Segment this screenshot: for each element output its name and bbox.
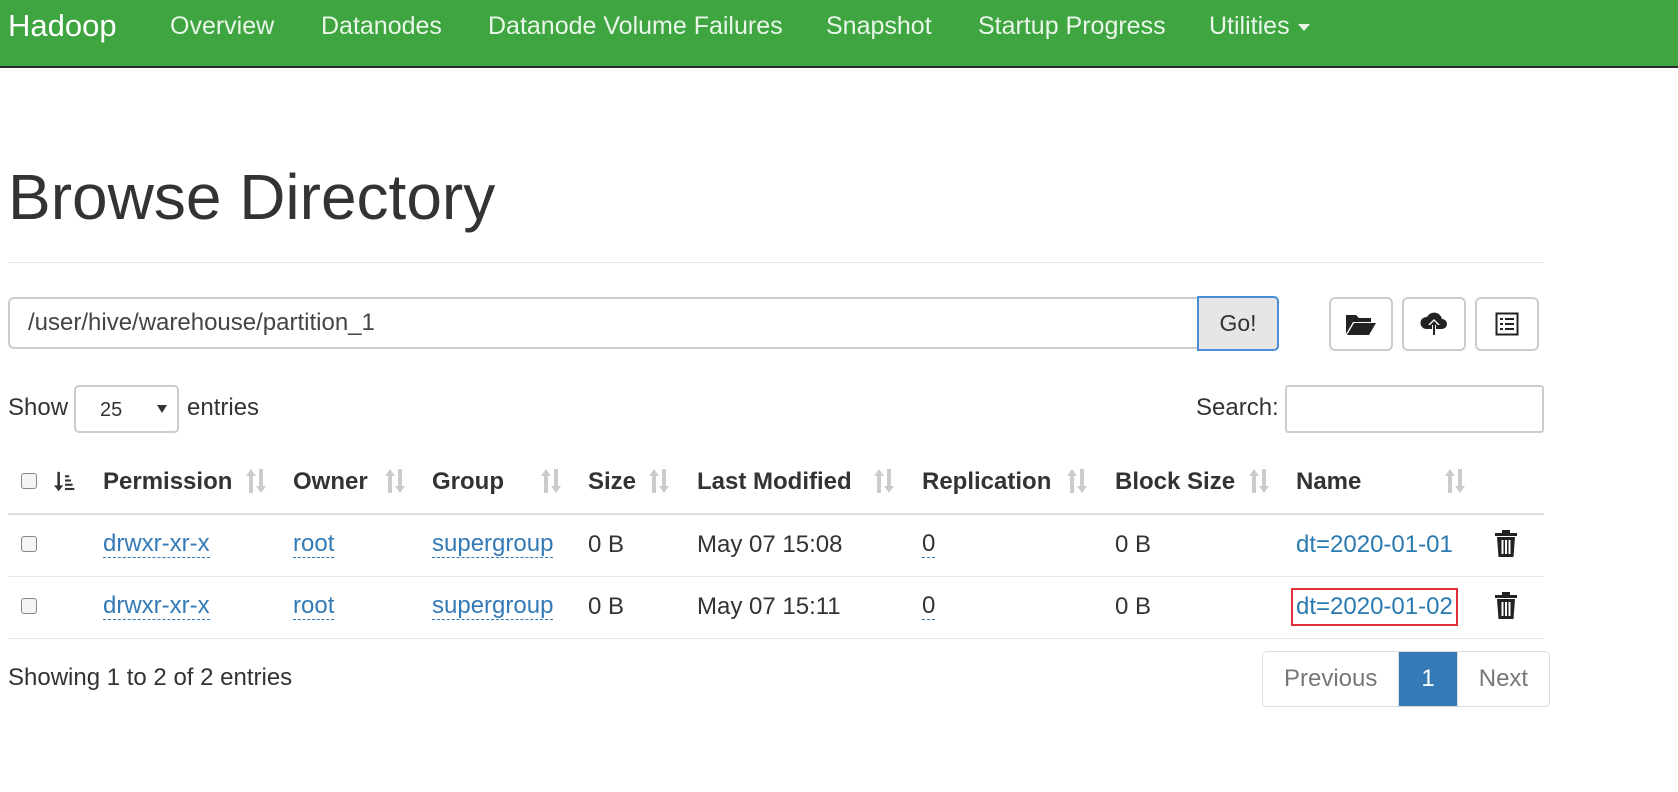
trash-icon[interactable] xyxy=(1494,530,1518,558)
row-checkbox[interactable] xyxy=(21,598,37,614)
row-divider xyxy=(8,638,1544,639)
pagination: Previous 1 Next xyxy=(1262,651,1551,707)
table-info: Showing 1 to 2 of 2 entries xyxy=(8,664,293,691)
sort-both-icon[interactable] xyxy=(1444,467,1466,495)
nav-datanodes[interactable]: Datanodes xyxy=(321,12,442,41)
go-button[interactable]: Go! xyxy=(1197,296,1279,351)
create-directory-button[interactable] xyxy=(1329,297,1393,351)
sort-both-icon[interactable] xyxy=(540,467,562,495)
last-modified-cell: May 07 15:11 xyxy=(697,593,841,620)
upload-button[interactable] xyxy=(1402,297,1466,351)
divider xyxy=(8,262,1544,263)
block-size-cell: 0 B xyxy=(1115,593,1152,620)
owner-cell[interactable]: root xyxy=(293,593,335,620)
col-replication[interactable]: Replication xyxy=(922,468,1051,496)
size-cell: 0 B xyxy=(588,593,625,620)
col-permission[interactable]: Permission xyxy=(103,468,232,496)
dropdown-arrow-icon xyxy=(157,405,167,413)
caret-down-icon xyxy=(1297,23,1310,31)
replication-cell[interactable]: 0 xyxy=(922,531,936,558)
directory-path-input[interactable]: /user/hive/warehouse/partition_1 xyxy=(8,297,1198,349)
name-link[interactable]: dt=2020-01-01 xyxy=(1296,531,1453,559)
folder-open-icon xyxy=(1346,315,1376,335)
brand-logo[interactable]: Hadoop xyxy=(8,8,117,44)
permission-cell[interactable]: drwxr-xr-x xyxy=(103,593,210,620)
block-size-cell: 0 B xyxy=(1115,531,1152,558)
name-link[interactable]: dt=2020-01-02 xyxy=(1291,588,1458,626)
col-owner[interactable]: Owner xyxy=(293,468,368,496)
header-divider xyxy=(8,513,1544,515)
sort-asc-icon[interactable] xyxy=(54,468,76,496)
nav-overview[interactable]: Overview xyxy=(170,12,274,41)
group-cell[interactable]: supergroup xyxy=(432,531,554,558)
row-divider xyxy=(8,576,1544,577)
sort-both-icon[interactable] xyxy=(648,467,670,495)
list-icon xyxy=(1495,312,1519,336)
entries-per-page-select[interactable]: 25 xyxy=(74,385,179,433)
search-input[interactable] xyxy=(1285,385,1544,433)
entries-label: entries xyxy=(187,394,260,421)
permission-cell[interactable]: drwxr-xr-x xyxy=(103,531,210,558)
nav-snapshot[interactable]: Snapshot xyxy=(826,12,932,41)
search-label: Search: xyxy=(1196,394,1279,421)
sort-both-icon[interactable] xyxy=(245,467,267,495)
col-block-size[interactable]: Block Size xyxy=(1115,468,1235,496)
trash-icon[interactable] xyxy=(1494,592,1518,620)
top-navbar: Hadoop Overview Datanodes Datanode Volum… xyxy=(0,0,1678,68)
sort-both-icon[interactable] xyxy=(384,467,406,495)
page-1-button[interactable]: 1 xyxy=(1398,652,1457,706)
col-group[interactable]: Group xyxy=(432,468,504,496)
select-all-checkbox[interactable] xyxy=(21,473,37,489)
group-cell[interactable]: supergroup xyxy=(432,593,554,620)
cut-paste-button[interactable] xyxy=(1475,297,1539,351)
show-label: Show xyxy=(8,394,69,421)
cloud-upload-icon xyxy=(1420,312,1447,335)
col-size[interactable]: Size xyxy=(588,468,636,496)
page-title: Browse Directory xyxy=(8,161,496,233)
sort-both-icon[interactable] xyxy=(1066,467,1088,495)
nav-utilities-dropdown[interactable]: Utilities xyxy=(1209,12,1310,41)
nav-datanode-volume-failures[interactable]: Datanode Volume Failures xyxy=(488,12,783,41)
row-checkbox[interactable] xyxy=(21,536,37,552)
col-last-modified[interactable]: Last Modified xyxy=(697,468,852,496)
next-page-button[interactable]: Next xyxy=(1456,652,1550,706)
sort-both-icon[interactable] xyxy=(873,467,895,495)
replication-cell[interactable]: 0 xyxy=(922,593,936,620)
nav-utilities-label: Utilities xyxy=(1209,12,1290,40)
col-name[interactable]: Name xyxy=(1296,468,1361,496)
previous-page-button[interactable]: Previous xyxy=(1263,652,1399,706)
size-cell: 0 B xyxy=(588,531,625,558)
sort-both-icon[interactable] xyxy=(1248,467,1270,495)
entries-per-page-value: 25 xyxy=(100,399,123,421)
last-modified-cell: May 07 15:08 xyxy=(697,531,843,558)
owner-cell[interactable]: root xyxy=(293,531,335,558)
nav-startup-progress[interactable]: Startup Progress xyxy=(978,12,1166,41)
